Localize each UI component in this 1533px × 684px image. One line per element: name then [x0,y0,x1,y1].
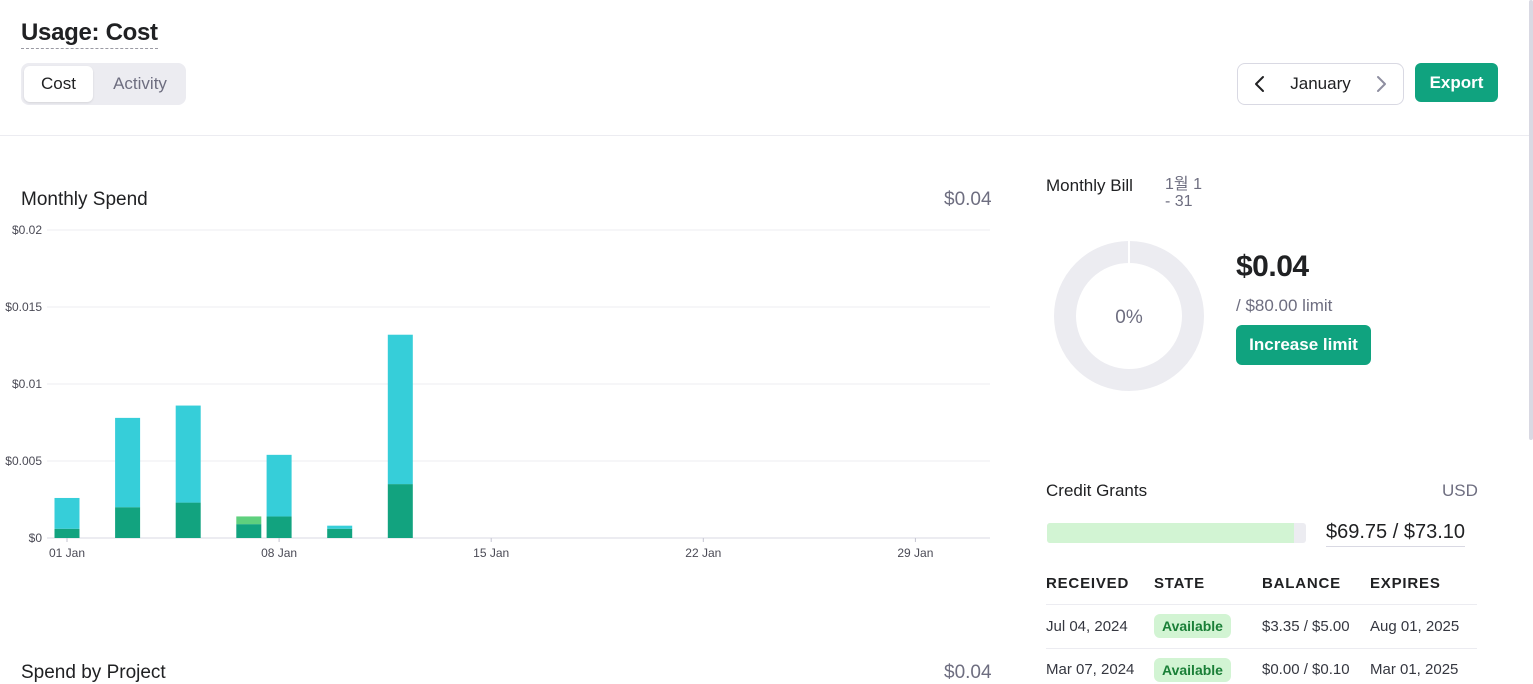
chart-bar [54,528,80,538]
row-received: Mar 07, 2024 [1046,661,1135,678]
monthly-bill-title: Monthly Bill [1046,176,1133,195]
bill-limit: / $80.00 limit [1236,296,1333,315]
chart-bar [115,507,141,538]
spend-by-project-title: Spend by Project [21,662,166,683]
col-state: STATE [1154,575,1205,592]
table-divider [1046,648,1477,649]
view-toggle: Cost Activity [21,63,186,105]
monthly-spend-title: Monthly Spend [21,189,148,210]
chevron-right-icon[interactable] [1361,64,1401,104]
y-tick-label: $0.005 [5,454,42,468]
header-divider [0,135,1533,136]
chart-bar [175,405,201,503]
row-expires: Aug 01, 2025 [1370,618,1460,635]
chart-bar [387,484,413,538]
row-balance: $0.00 / $0.10 [1262,661,1350,678]
bill-date-range: 1월 1 - 31 [1165,176,1225,210]
row-expires: Mar 01, 2025 [1370,661,1459,678]
chart-bar [327,525,353,529]
x-tick-label: 15 Jan [473,546,509,560]
month-selector: January [1237,63,1404,105]
table-divider [1046,604,1477,605]
tab-cost[interactable]: Cost [24,66,93,102]
monthly-spend-chart: $0 $0.005 $0.01 $0.015 $0.02 01 Jan 08 Jan 15 J… [5,223,990,560]
credit-grants-title: Credit Grants [1046,481,1148,500]
y-tick-label: $0.015 [5,300,42,314]
bill-amount: $0.04 [1236,250,1309,283]
x-tick-label: 01 Jan [49,546,85,560]
credit-total: $69.75 / $73.10 [1326,521,1466,547]
credit-usage-fill [1047,523,1295,543]
status-badge: Available [1154,658,1231,682]
y-tick-label: $0.01 [12,377,42,391]
month-label: January [1290,74,1351,93]
spend-by-project-amount: $0.04 [944,662,992,683]
chart-bar [236,524,262,538]
col-balance: BALANCE [1262,575,1341,592]
increase-limit-button[interactable]: Increase limit [1236,325,1371,365]
chart-bar [266,516,292,538]
row-balance: $3.35 / $5.00 [1262,618,1350,635]
chart-bar [175,502,201,538]
chart-bar [327,528,353,538]
x-tick-label: 29 Jan [897,546,933,560]
col-received: RECEIVED [1046,575,1130,592]
credit-currency: USD [1442,481,1478,500]
bill-range-start: 1월 1 [1165,176,1202,193]
y-tick-label: $0 [29,531,43,545]
chart-bar [266,454,292,517]
monthly-spend-amount: $0.04 [944,189,992,210]
export-button[interactable]: Export [1415,63,1498,102]
page-title: Usage: Cost [21,18,158,49]
bill-usage-donut: 0% [1054,241,1204,391]
chart-bar [236,516,262,525]
x-tick-label: 22 Jan [685,546,721,560]
row-received: Jul 04, 2024 [1046,618,1128,635]
bill-range-end: - 31 [1165,193,1193,210]
chevron-left-icon[interactable] [1240,64,1280,104]
chart-bar [387,334,413,485]
donut-percent: 0% [1115,307,1143,328]
status-badge: Available [1154,614,1231,638]
tab-activity[interactable]: Activity [97,66,183,102]
chart-bar [115,417,141,508]
credit-usage-bar [1047,523,1306,543]
y-tick-label: $0.02 [12,223,42,237]
x-tick-label: 08 Jan [261,546,297,560]
chart-bar [54,497,80,529]
col-expires: EXPIRES [1370,575,1441,592]
scrollbar[interactable] [1529,0,1533,440]
